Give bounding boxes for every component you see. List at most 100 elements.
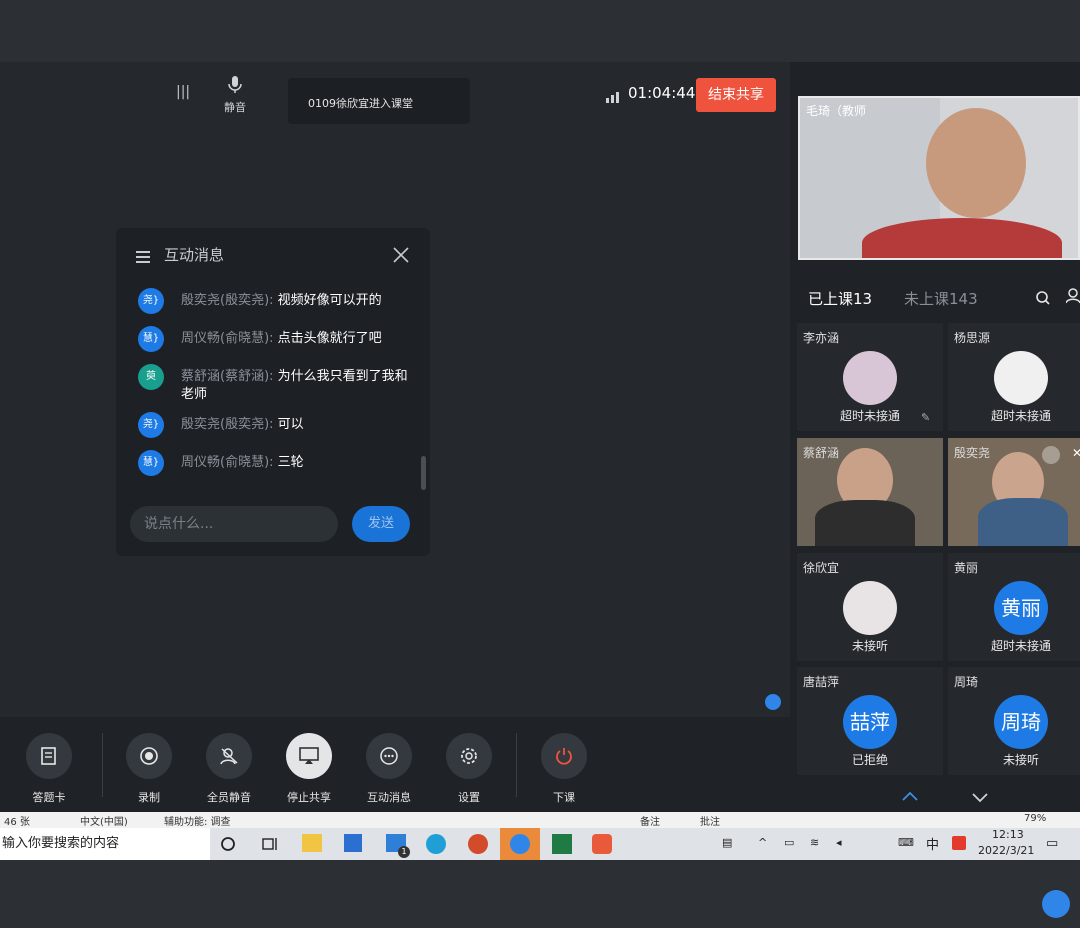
chat-sender: 殷奕尧(殷奕尧): bbox=[181, 293, 274, 308]
chat-avatar: 萸 bbox=[138, 364, 164, 390]
user-icon[interactable] bbox=[1065, 288, 1080, 308]
news-icon[interactable]: ▤ bbox=[722, 836, 732, 849]
student-tile[interactable]: 周琦 周琦 未接听 bbox=[948, 667, 1080, 775]
chevron-down-icon[interactable] bbox=[972, 788, 988, 807]
expand-icon[interactable] bbox=[1042, 446, 1060, 464]
signal-icon bbox=[606, 88, 620, 107]
office-statusbar: 46 张 中文(中国) 辅助功能: 调查 备注 批注 79% bbox=[0, 812, 1080, 828]
student-status: 已拒绝 bbox=[851, 753, 888, 767]
student-video-tile[interactable]: 殷奕尧 ✕ bbox=[948, 438, 1080, 546]
student-tile[interactable]: 黄丽 黄丽 超时未接通 bbox=[948, 553, 1080, 661]
participants-panel: 毛琦（教师 已上课13 未上课143 李亦涵 超时未接通 ✎ 杨思源 超时未接通… bbox=[790, 62, 1080, 812]
answer-card-button[interactable]: 答题卡 bbox=[14, 733, 84, 805]
meeting-app-icon[interactable] bbox=[592, 834, 612, 854]
answer-card-icon bbox=[26, 733, 72, 779]
chat-icon bbox=[366, 733, 412, 779]
task-view-icon[interactable] bbox=[262, 836, 278, 856]
menu-icon[interactable] bbox=[136, 248, 150, 267]
clock-time[interactable]: 12:13 bbox=[992, 828, 1024, 841]
wifi-icon[interactable]: ≋ bbox=[810, 836, 819, 849]
student-tile[interactable]: 李亦涵 超时未接通 ✎ bbox=[797, 323, 943, 431]
close-icon[interactable] bbox=[392, 246, 410, 268]
record-button[interactable]: 录制 bbox=[114, 733, 184, 805]
mute-label: 静音 bbox=[224, 101, 246, 114]
window-titlebar bbox=[0, 0, 1080, 62]
notification-icon[interactable]: ▭ bbox=[1046, 836, 1058, 851]
student-tile[interactable]: 杨思源 超时未接通 bbox=[948, 323, 1080, 431]
ime-indicator[interactable]: 中 bbox=[926, 834, 939, 853]
chat-panel: 互动消息 尧} 殷奕尧(殷奕尧): 视频好像可以开的 慧} 周仪畅(俞晓慧): … bbox=[116, 228, 430, 556]
taskbar-search[interactable]: 输入你要搜索的内容 bbox=[0, 828, 210, 860]
settings-label: 设置 bbox=[458, 791, 480, 804]
chat-input[interactable]: 说点什么... bbox=[130, 506, 338, 542]
tab-not-joined[interactable]: 未上课143 bbox=[904, 288, 978, 309]
chat-toggle-button[interactable]: 互动消息 bbox=[354, 733, 424, 805]
student-name: 杨思源 bbox=[954, 331, 991, 345]
tab-joined[interactable]: 已上课13 bbox=[808, 288, 872, 309]
cortana-icon[interactable] bbox=[220, 836, 236, 856]
share-timer: 01:04:44 bbox=[628, 84, 696, 102]
join-notification: 0109徐欣宜进入课堂 bbox=[288, 78, 470, 124]
teacher-video[interactable]: 毛琦（教师 bbox=[798, 96, 1080, 260]
chat-avatar: 尧} bbox=[138, 412, 164, 438]
chat-sender: 殷奕尧(殷奕尧): bbox=[181, 417, 274, 432]
zoom-level[interactable]: 79% bbox=[1024, 813, 1046, 824]
chevron-up-icon[interactable] bbox=[902, 786, 918, 805]
teacher-sweater bbox=[862, 218, 1062, 258]
student-name: 李亦涵 bbox=[803, 331, 840, 345]
settings-button[interactable]: 设置 bbox=[434, 733, 504, 805]
chevron-up-tray-icon[interactable]: ^ bbox=[758, 836, 767, 849]
sogou-icon[interactable] bbox=[952, 836, 966, 850]
chat-text: 视频好像可以开的 bbox=[277, 293, 382, 308]
comments-button[interactable]: 批注 bbox=[700, 813, 720, 828]
clock-date[interactable]: 2022/3/21 bbox=[978, 844, 1034, 857]
bottom-toolbar: 答题卡 录制 全员静音 停止共享 互动消息 设置 下课 bbox=[0, 717, 790, 814]
student-avatar: 黄丽 bbox=[994, 581, 1048, 635]
student-name: 徐欣宜 bbox=[803, 561, 840, 575]
floating-avatar-icon[interactable] bbox=[1042, 890, 1070, 918]
mute-button[interactable]: 静音 bbox=[220, 76, 250, 115]
store-icon[interactable] bbox=[344, 834, 362, 852]
student-name: 黄丽 bbox=[954, 561, 979, 575]
accessibility-status: 辅助功能: 调查 bbox=[164, 817, 231, 828]
student-tile[interactable]: 唐喆萍 喆萍 已拒绝 bbox=[797, 667, 943, 775]
stop-share-button[interactable]: 停止共享 bbox=[274, 733, 344, 805]
excel-icon[interactable] bbox=[552, 834, 572, 854]
student-status: 未接听 bbox=[1002, 753, 1039, 767]
mic-off-icon: ✎ bbox=[921, 411, 931, 424]
classroom-app-icon bbox=[510, 834, 530, 854]
end-class-button[interactable]: 下课 bbox=[529, 733, 599, 805]
edge-icon[interactable] bbox=[426, 834, 446, 854]
record-icon bbox=[126, 733, 172, 779]
chat-text: 可以 bbox=[277, 417, 304, 432]
close-tile-icon[interactable]: ✕ bbox=[1068, 446, 1080, 464]
keyboard-icon[interactable]: ⌨ bbox=[898, 836, 914, 849]
chat-sender: 蔡舒涵(蔡舒涵): bbox=[181, 369, 274, 384]
toolbar-divider bbox=[102, 733, 103, 797]
chat-scrollbar[interactable] bbox=[421, 456, 426, 490]
end-share-button[interactable]: 结束共享 bbox=[696, 78, 776, 112]
language-status: 中文(中国) bbox=[80, 817, 128, 828]
powerpoint-icon[interactable] bbox=[468, 834, 488, 854]
teacher-label: 毛琦（教师 bbox=[806, 104, 867, 118]
battery-icon[interactable]: ▭ bbox=[784, 836, 794, 849]
small-avatar-icon[interactable] bbox=[765, 694, 781, 710]
teacher-face bbox=[926, 108, 1026, 218]
settings-icon bbox=[446, 733, 492, 779]
student-name: 周琦 bbox=[954, 675, 979, 689]
student-avatar bbox=[843, 351, 897, 405]
student-status: 超时未接通 bbox=[990, 639, 1051, 653]
search-icon[interactable] bbox=[1036, 290, 1050, 309]
notes-button[interactable]: 备注 bbox=[640, 813, 660, 828]
chat-avatar: 尧} bbox=[138, 288, 164, 314]
student-tile[interactable]: 徐欣宜 未接听 bbox=[797, 553, 943, 661]
microphone-icon bbox=[228, 76, 242, 93]
send-button[interactable]: 发送 bbox=[352, 506, 410, 542]
drag-handle-icon[interactable]: ||| bbox=[176, 84, 190, 100]
file-explorer-icon[interactable] bbox=[302, 834, 322, 852]
student-video-tile[interactable]: 蔡舒涵 bbox=[797, 438, 943, 546]
mute-all-button[interactable]: 全员静音 bbox=[194, 733, 264, 805]
chat-toggle-label: 互动消息 bbox=[367, 791, 411, 804]
record-label: 录制 bbox=[138, 791, 160, 804]
volume-icon[interactable]: ◂ bbox=[836, 836, 842, 849]
